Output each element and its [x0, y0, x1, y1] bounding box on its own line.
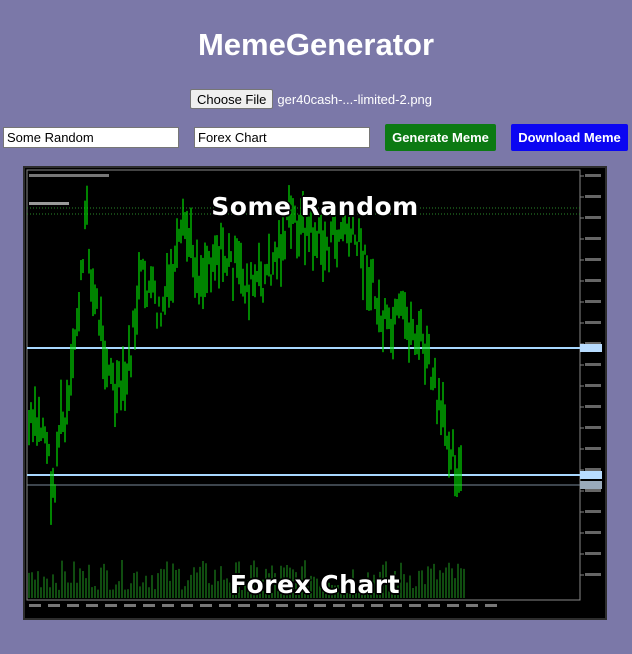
meme-bottom-caption: Forex Chart — [229, 570, 401, 599]
bottom-text-input[interactable] — [194, 127, 370, 148]
selected-file-name: ger40cash-...-limited-2.png — [277, 91, 433, 107]
top-text-input[interactable] — [3, 127, 179, 148]
download-meme-button[interactable]: Download Meme — [511, 124, 628, 151]
generate-meme-button[interactable]: Generate Meme — [385, 124, 496, 151]
meme-preview: Some Random Forex Chart — [23, 166, 607, 620]
meme-image-forex-chart — [26, 169, 602, 607]
app-title: MemeGenerator — [197, 27, 435, 62]
file-picker: Choose File ger40cash-...-limited-2.png — [190, 89, 432, 109]
meme-top-caption: Some Random — [211, 192, 419, 221]
choose-file-button[interactable]: Choose File — [190, 89, 274, 109]
